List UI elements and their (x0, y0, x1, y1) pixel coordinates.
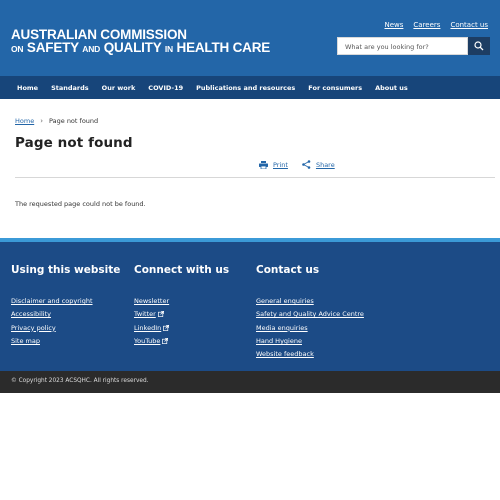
print-label: Print (273, 160, 288, 169)
search-button[interactable] (468, 37, 490, 55)
nav-our-work[interactable]: Our work (102, 84, 136, 92)
nav-publications[interactable]: Publications and resources (196, 84, 295, 92)
site-logo[interactable]: AUSTRALIAN COMMISSION ON SAFETY AND QUAL… (11, 28, 270, 56)
top-links: News Careers Contact us (384, 21, 488, 29)
page-actions: Print Share (259, 160, 335, 169)
print-button[interactable]: Print (259, 160, 288, 169)
copyright-bar: © Copyright 2023 ACSQHC. All rights rese… (0, 371, 500, 393)
search-input[interactable]: What are you looking for? (337, 37, 468, 55)
footer-heading-contact: Contact us (256, 264, 320, 276)
footer-col-connect: Connect with us Newsletter Twitter Linke… (134, 264, 230, 345)
top-link-careers[interactable]: Careers (413, 21, 440, 29)
footer-heading-website: Using this website (11, 264, 121, 276)
footer-link-sitemap[interactable]: Site map (11, 337, 40, 345)
page-title: Page not found (15, 135, 133, 151)
footer-link-website-feedback[interactable]: Website feedback (256, 350, 314, 358)
external-link-icon (162, 337, 169, 344)
content-divider (15, 177, 495, 178)
share-label: Share (315, 160, 335, 169)
footer-heading-connect: Connect with us (134, 264, 230, 276)
not-found-message: The requested page could not be found. (15, 200, 146, 208)
nav-covid[interactable]: COVID-19 (148, 84, 183, 92)
footer-col-contact: Contact us General enquiries Safety and … (256, 264, 364, 358)
nav-standards[interactable]: Standards (51, 84, 89, 92)
share-icon (302, 160, 311, 169)
print-icon (259, 160, 268, 169)
logo-line-2: ON SAFETY AND QUALITY IN HEALTH CARE (11, 40, 271, 55)
breadcrumb-home[interactable]: Home (15, 117, 34, 125)
share-button[interactable]: Share (302, 160, 335, 169)
chevron-right-icon: › (40, 117, 44, 125)
footer-link-youtube[interactable]: YouTube (134, 337, 169, 345)
nav-consumers[interactable]: For consumers (308, 84, 362, 92)
copyright-text: © Copyright 2023 ACSQHC. All rights rese… (11, 378, 149, 384)
breadcrumb: Home › Page not found (15, 117, 98, 125)
search-icon (474, 41, 484, 51)
footer-col-website: Using this website Disclaimer and copyri… (11, 264, 121, 345)
top-link-contact[interactable]: Contact us (450, 21, 488, 29)
nav-home[interactable]: Home (17, 84, 38, 92)
top-link-news[interactable]: News (384, 21, 403, 29)
breadcrumb-current: Page not found (49, 117, 99, 125)
site-header: AUSTRALIAN COMMISSION ON SAFETY AND QUAL… (0, 0, 500, 76)
nav-about[interactable]: About us (375, 84, 408, 92)
main-nav: Home Standards Our work COVID-19 Publica… (0, 76, 500, 99)
